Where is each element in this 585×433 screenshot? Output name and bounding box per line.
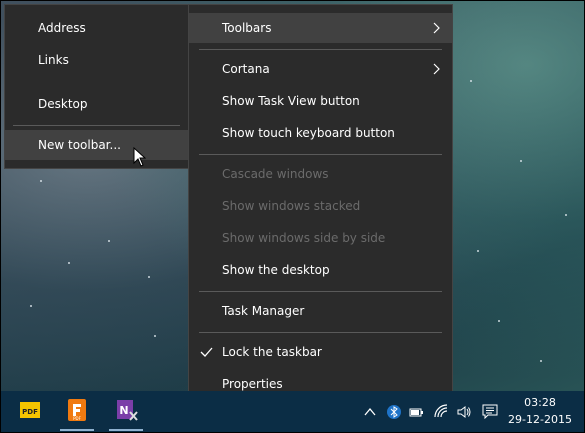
- running-indicator: [60, 429, 94, 431]
- pdf-reader-icon: PDF: [20, 402, 40, 418]
- bluetooth-icon[interactable]: [386, 404, 402, 420]
- menu-item-label: Cascade windows: [222, 167, 329, 181]
- clock-date[interactable]: 29-12-2015: [505, 413, 575, 426]
- onenote-icon: N: [117, 400, 138, 421]
- taskbar-app-onenote[interactable]: N: [106, 391, 146, 433]
- menu-separator: [199, 49, 442, 50]
- menu-item-cascade-windows: Cascade windows: [189, 159, 452, 189]
- chevron-right-icon: [433, 22, 440, 34]
- chevron-up-icon[interactable]: [362, 404, 378, 420]
- battery-icon[interactable]: [408, 404, 424, 420]
- svg-text:PDF: PDF: [73, 416, 81, 421]
- menu-separator: [13, 125, 180, 126]
- menu-item-label: Show windows stacked: [222, 199, 361, 213]
- menu-item-label: Show windows side by side: [222, 231, 386, 245]
- menu-item-show-task-view[interactable]: Show Task View button: [189, 86, 452, 116]
- wifi-icon[interactable]: [434, 404, 450, 420]
- svg-text:PDF: PDF: [22, 408, 38, 416]
- taskbar-context-menu: Toolbars Cortana Show Task View button S…: [188, 4, 453, 404]
- menu-item-label: Properties: [222, 377, 283, 391]
- chevron-right-icon: [433, 63, 440, 75]
- toolbars-submenu: Address Links Desktop New toolbar...: [4, 4, 189, 169]
- menu-separator: [199, 154, 442, 155]
- taskbar: PDF PDF N 03:28 29-12-2015: [0, 391, 585, 433]
- menu-separator: [199, 291, 442, 292]
- menu-item-show-touch-keyboard[interactable]: Show touch keyboard button: [189, 118, 452, 148]
- submenu-item-address[interactable]: Address: [5, 13, 188, 43]
- submenu-item-label: Address: [38, 21, 86, 35]
- action-center-icon[interactable]: [482, 403, 498, 419]
- submenu-item-links[interactable]: Links: [5, 45, 188, 75]
- taskbar-app-pdf-reader[interactable]: PDF: [10, 391, 50, 433]
- menu-item-label: Toolbars: [222, 21, 272, 35]
- menu-item-lock-taskbar[interactable]: Lock the taskbar: [189, 337, 452, 367]
- running-indicator: [109, 429, 143, 431]
- clock-time[interactable]: 03:28: [505, 396, 575, 409]
- menu-item-label: Show touch keyboard button: [222, 126, 395, 140]
- menu-item-label: Cortana: [222, 62, 270, 76]
- submenu-item-label: Links: [38, 53, 69, 67]
- menu-item-label: Lock the taskbar: [222, 345, 322, 359]
- submenu-item-label: Desktop: [38, 97, 88, 111]
- menu-item-show-desktop[interactable]: Show the desktop: [189, 255, 452, 285]
- menu-separator: [199, 332, 442, 333]
- menu-item-label: Show Task View button: [222, 94, 360, 108]
- foxit-pdf-icon: PDF: [68, 399, 86, 421]
- submenu-item-new-toolbar[interactable]: New toolbar...: [5, 130, 188, 160]
- menu-item-task-manager[interactable]: Task Manager: [189, 296, 452, 326]
- menu-item-show-windows-stacked: Show windows stacked: [189, 191, 452, 221]
- menu-item-show-windows-side-by-side: Show windows side by side: [189, 223, 452, 253]
- mouse-cursor-icon: [133, 147, 146, 167]
- submenu-item-desktop[interactable]: Desktop: [5, 89, 188, 119]
- speaker-icon[interactable]: [456, 404, 472, 420]
- taskbar-app-foxit[interactable]: PDF: [57, 391, 97, 433]
- menu-item-toolbars[interactable]: Toolbars: [189, 13, 452, 43]
- menu-item-label: Show the desktop: [222, 263, 330, 277]
- submenu-item-label: New toolbar...: [38, 138, 121, 152]
- menu-item-cortana[interactable]: Cortana: [189, 54, 452, 84]
- menu-item-label: Task Manager: [222, 304, 305, 318]
- checkmark-icon: [200, 347, 213, 357]
- svg-text:N: N: [119, 404, 128, 417]
